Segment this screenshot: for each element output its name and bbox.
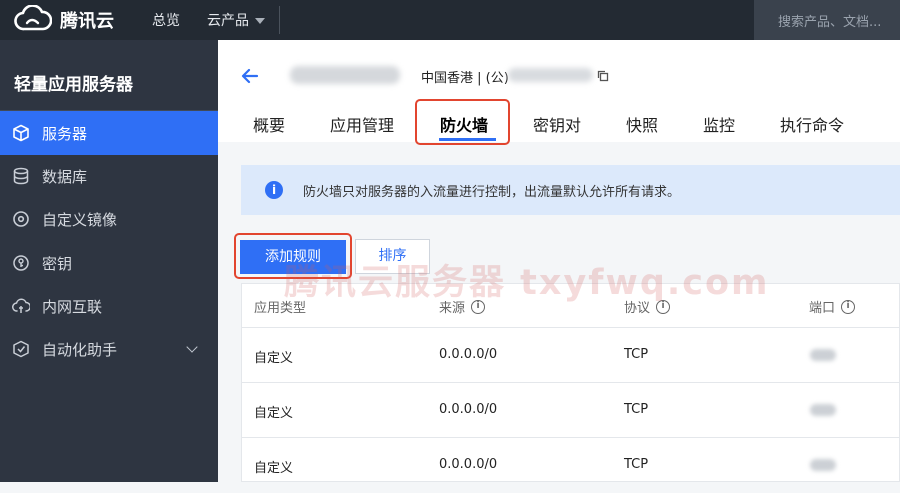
sidebar-item-database[interactable]: 数据库 [0,154,218,198]
cell-protocol: TCP [624,402,649,417]
sidebar: 轻量应用服务器 服务器 数据库 自定义镜像 密钥 内网互联 自动化助手 [0,40,218,482]
chevron-down-icon[interactable] [186,341,198,353]
table-row: 自定义 0.0.0.0/0 TCP [242,438,900,493]
network-icon [12,297,30,315]
nav-overview[interactable]: 总览 [152,10,180,30]
tab-snapshots[interactable]: 快照 [626,112,658,136]
disc-icon [12,210,30,228]
watermark: 腾讯云服务器 txyfwq.com [284,263,770,303]
nav-products-label: 云产品 [207,13,249,29]
nav-divider [279,6,280,34]
highlight-box-firewall-tab [415,99,510,145]
main-content: 中国香港 | (公) 概要 应用管理 防火墙 密钥对 快照 监控 执行命令 i … [218,40,900,482]
info-icon[interactable]: i [841,299,856,314]
copy-icon[interactable] [597,70,609,82]
cube-icon [12,124,30,142]
database-icon [12,167,30,185]
table-row: 自定义 0.0.0.0/0 TCP [242,383,900,438]
nav-products[interactable]: 云产品 [207,10,265,30]
cell-app-type: 自定义 [254,406,294,421]
info-icon: i [265,181,283,199]
tab-monitoring[interactable]: 监控 [703,112,735,136]
top-navbar: 腾讯云 总览 云产品 搜索产品、文档... [0,0,900,40]
sidebar-item-custom-image[interactable]: 自定义镜像 [0,197,218,241]
tab-key-pairs[interactable]: 密钥对 [533,112,581,136]
cell-app-type: 自定义 [254,351,294,366]
public-ip-redacted [508,68,593,82]
automation-icon [12,340,30,358]
notice-text: 防火墙只对服务器的入流量进行控制，出流量默认允许所有请求。 [303,185,681,200]
cell-source: 0.0.0.0/0 [439,347,498,362]
sidebar-item-label: 数据库 [42,167,88,186]
sidebar-item-label: 自动化助手 [42,340,118,359]
instance-region: 中国香港 | (公) [421,71,509,86]
sidebar-item-private-network[interactable]: 内网互联 [0,284,218,328]
tab-run-command[interactable]: 执行命令 [780,112,844,136]
key-icon [12,254,30,272]
caret-down-icon [255,18,265,24]
cell-source: 0.0.0.0/0 [439,457,498,472]
cloud-logo-icon [14,5,52,31]
cell-app-type: 自定义 [254,461,294,476]
brand-name: 腾讯云 [60,11,114,32]
sidebar-item-label: 密钥 [42,254,73,273]
cell-protocol: TCP [624,347,649,362]
instance-header: 中国香港 | (公) 概要 应用管理 防火墙 密钥对 快照 监控 执行命令 [218,40,900,145]
cell-port-redacted [810,459,836,471]
back-arrow-icon[interactable] [240,66,260,86]
sidebar-item-automation[interactable]: 自动化助手 [0,327,218,371]
firewall-rules-table: 应用类型 来源 i 协议 i 端口 i 自定义 0.0.0.0/0 TCP 自定义 0… [241,283,900,482]
sidebar-item-label: 内网互联 [42,297,103,316]
sidebar-item-keys[interactable]: 密钥 [0,241,218,285]
sidebar-item-label: 服务器 [42,124,88,143]
table-row: 自定义 0.0.0.0/0 TCP [242,328,900,383]
cell-protocol: TCP [624,457,649,472]
cell-source: 0.0.0.0/0 [439,402,498,417]
cell-port-redacted [810,349,836,361]
brand-logo[interactable]: 腾讯云 [14,5,114,35]
column-header-label: 端口 [809,301,836,316]
column-header-port: 端口 i [809,297,856,316]
sidebar-title: 轻量应用服务器 [14,75,133,95]
instance-name-redacted [290,66,400,84]
tab-app-management[interactable]: 应用管理 [330,112,394,136]
sidebar-item-servers[interactable]: 服务器 [0,111,218,155]
cell-port-redacted [810,404,836,416]
sidebar-item-label: 自定义镜像 [42,210,118,229]
info-notice: i 防火墙只对服务器的入流量进行控制，出流量默认允许所有请求。 [241,165,900,215]
search-input[interactable]: 搜索产品、文档... [754,0,900,40]
tab-overview[interactable]: 概要 [253,112,285,136]
